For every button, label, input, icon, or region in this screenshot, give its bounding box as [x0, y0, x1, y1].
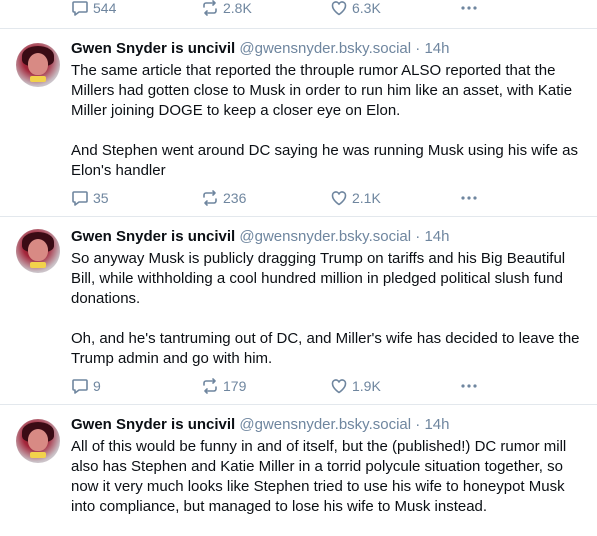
more-options-button[interactable] [459, 188, 479, 208]
like-button[interactable]: 2.1K [330, 188, 381, 208]
author-name[interactable]: Gwen Snyder is uncivil [71, 40, 235, 57]
post-text: The same article that reported the throu… [71, 61, 583, 181]
author-name[interactable]: Gwen Snyder is uncivil [71, 416, 235, 433]
reply-count: 544 [93, 0, 117, 16]
like-count: 1.9K [352, 378, 381, 394]
avatar[interactable] [16, 229, 60, 273]
reply-icon [72, 191, 88, 206]
author-name[interactable]: Gwen Snyder is uncivil [71, 228, 235, 245]
reply-count: 9 [93, 378, 101, 394]
repost-icon [203, 0, 217, 16]
post-paragraph: The same article that reported the throu… [71, 62, 573, 119]
repost-button[interactable]: 236 [201, 188, 246, 208]
heart-icon [331, 1, 347, 16]
post-actions: 544 2.8K 6.3K [71, 0, 491, 18]
reply-icon [72, 379, 88, 394]
repost-button[interactable]: 179 [201, 376, 246, 396]
reply-button[interactable]: 544 [71, 0, 116, 18]
repost-count: 236 [223, 190, 247, 206]
post-header: Gwen Snyder is uncivil @gwensnyder.bsky.… [71, 39, 449, 59]
post-time[interactable]: 14h [424, 228, 449, 245]
reply-count: 35 [93, 190, 109, 206]
previous-post: 544 2.8K 6.3K [0, 0, 597, 28]
repost-icon [203, 190, 217, 206]
separator: · [411, 416, 425, 433]
repost-icon [203, 378, 217, 394]
like-button[interactable]: 1.9K [330, 376, 381, 396]
more-options-icon [461, 6, 477, 10]
avatar[interactable] [16, 419, 60, 463]
repost-count: 2.8K [223, 0, 252, 16]
separator: · [411, 228, 425, 245]
post-text: So anyway Musk is publicly dragging Trum… [71, 249, 583, 369]
heart-icon [331, 191, 347, 206]
post-time[interactable]: 14h [424, 40, 449, 57]
author-handle[interactable]: @gwensnyder.bsky.social [239, 416, 411, 433]
repost-count: 179 [223, 378, 247, 394]
heart-icon [331, 379, 347, 394]
post-paragraph: All of this would be funny in and of its… [71, 438, 567, 515]
reply-icon [72, 1, 88, 16]
post-actions: 35 236 2.1K [71, 188, 491, 208]
more-options-button[interactable] [459, 376, 479, 396]
reply-button[interactable]: 35 [71, 188, 109, 208]
post-text: All of this would be funny in and of its… [71, 437, 583, 517]
author-handle[interactable]: @gwensnyder.bsky.social [239, 228, 411, 245]
author-handle[interactable]: @gwensnyder.bsky.social [239, 40, 411, 57]
separator: · [411, 40, 425, 57]
like-count: 6.3K [352, 0, 381, 16]
post-header: Gwen Snyder is uncivil @gwensnyder.bsky.… [71, 415, 449, 435]
reply-button[interactable]: 9 [71, 376, 101, 396]
repost-button[interactable]: 2.8K [201, 0, 252, 18]
post[interactable]: Gwen Snyder is uncivil @gwensnyder.bsky.… [0, 28, 597, 216]
post-paragraph: And Stephen went around DC saying he was… [71, 142, 578, 179]
like-button[interactable]: 6.3K [330, 0, 381, 18]
post-time[interactable]: 14h [424, 416, 449, 433]
like-count: 2.1K [352, 190, 381, 206]
more-options-button[interactable] [459, 0, 479, 18]
post[interactable]: Gwen Snyder is uncivil @gwensnyder.bsky.… [0, 216, 597, 404]
post-header: Gwen Snyder is uncivil @gwensnyder.bsky.… [71, 227, 449, 247]
post-paragraph: Oh, and he's tantruming out of DC, and M… [71, 330, 580, 367]
more-options-icon [461, 384, 477, 388]
avatar[interactable] [16, 43, 60, 87]
post[interactable]: Gwen Snyder is uncivil @gwensnyder.bsky.… [0, 404, 597, 536]
post-actions: 9 179 1.9K [71, 376, 491, 396]
post-paragraph: So anyway Musk is publicly dragging Trum… [71, 250, 566, 307]
more-options-icon [461, 196, 477, 200]
